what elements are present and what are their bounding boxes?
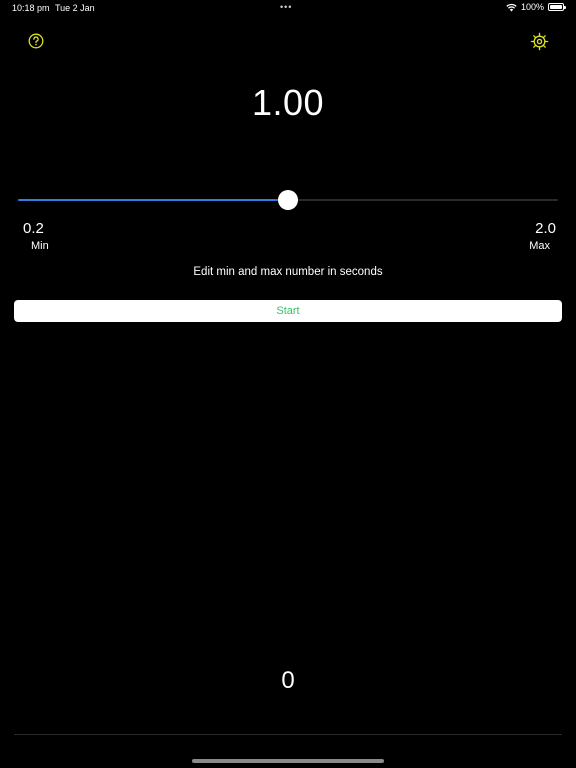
home-indicator[interactable] — [192, 759, 384, 763]
max-value[interactable]: 2.0 — [535, 220, 556, 237]
multitasking-dots[interactable]: ••• — [280, 2, 292, 12]
gear-icon[interactable] — [530, 32, 549, 51]
interval-slider[interactable] — [18, 188, 558, 212]
battery-fill — [550, 5, 562, 9]
min-value[interactable]: 0.2 — [23, 220, 44, 237]
status-right: 100% — [506, 2, 566, 12]
counter-value: 0 — [281, 667, 295, 694]
wifi-icon — [506, 3, 517, 12]
status-bar: 10:18 pm Tue 2 Jan ••• 100% — [0, 0, 576, 16]
slider-fill — [18, 199, 288, 201]
max-label: Max — [529, 240, 550, 252]
min-label: Min — [31, 240, 49, 252]
slider-thumb[interactable] — [278, 190, 298, 210]
status-time: 10:18 pm — [12, 3, 50, 13]
question-circle-icon[interactable] — [28, 33, 44, 49]
start-button[interactable]: Start — [14, 300, 562, 322]
bottom-divider — [14, 734, 562, 735]
current-value: 1.00 — [251, 82, 325, 123]
status-date: Tue 2 Jan — [55, 3, 95, 13]
hint-text: Edit min and max number in seconds — [193, 266, 383, 278]
battery-icon — [548, 3, 566, 11]
battery-percent: 100% — [520, 2, 544, 12]
